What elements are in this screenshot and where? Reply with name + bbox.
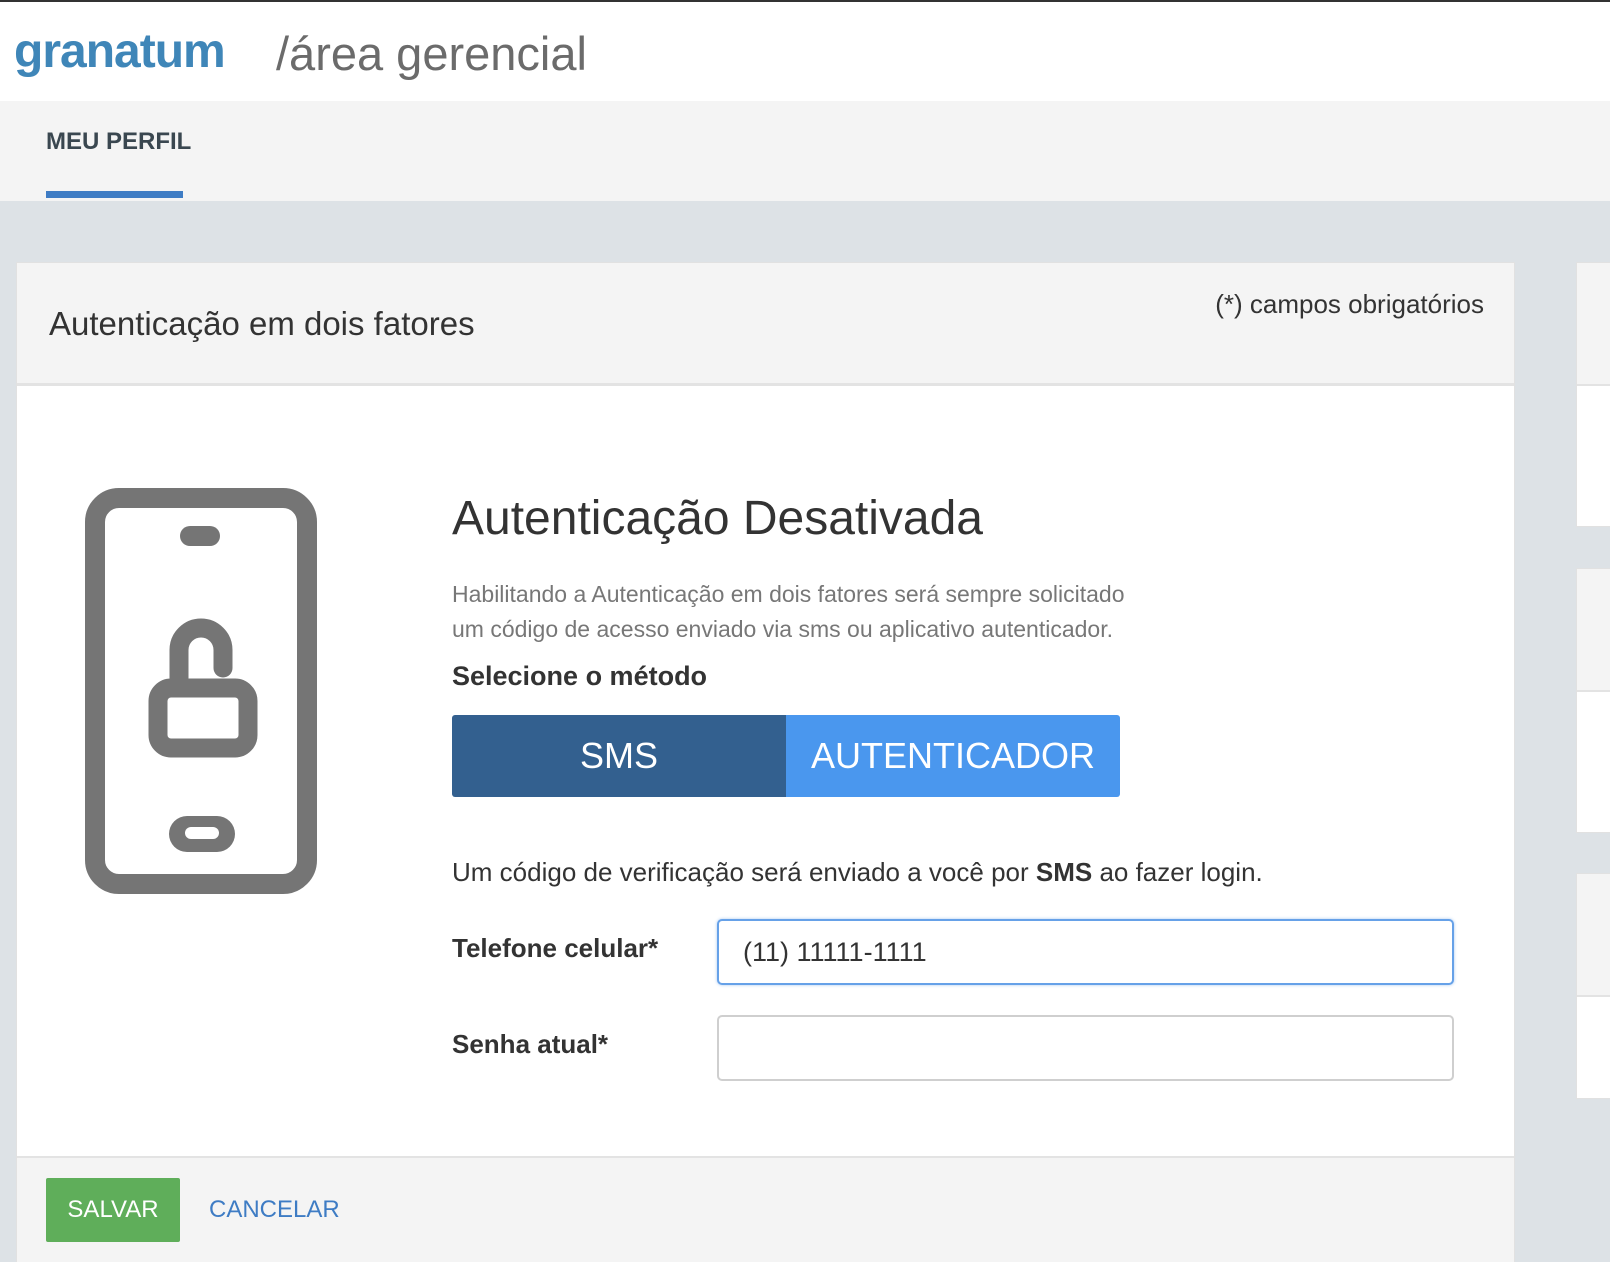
sms-info-text: Um código de verificação será enviado a …	[452, 857, 1263, 888]
side-card-1-header	[1577, 263, 1610, 386]
method-selector: SMS AUTENTICADOR	[452, 715, 1120, 797]
card-title: Autenticação em dois fatores	[49, 305, 475, 342]
cancel-button[interactable]: CANCELAR	[209, 1196, 340, 1224]
info-text-end: ao fazer login.	[1092, 857, 1263, 887]
side-card-3-header	[1577, 874, 1610, 997]
granatum-logo[interactable]: granatum	[14, 28, 226, 76]
phone-field-label: Telefone celular*	[452, 933, 659, 963]
active-tab-indicator	[46, 191, 183, 198]
auth-description: Habilitando a Autenticação em dois fator…	[452, 581, 1125, 642]
card-header: Autenticação em dois fatores (*) campos …	[17, 263, 1514, 386]
required-fields-note: (*) campos obrigatórios	[1215, 289, 1484, 319]
save-button[interactable]: SALVAR	[46, 1178, 180, 1242]
card-footer: SALVAR CANCELAR	[17, 1156, 1514, 1262]
authenticator-method-button[interactable]: AUTENTICADOR	[786, 715, 1120, 797]
two-factor-card: Autenticação em dois fatores (*) campos …	[16, 262, 1515, 1262]
tab-bar: MEU PERFIL	[0, 101, 1610, 201]
side-card-2-header	[1577, 569, 1610, 692]
method-label: Selecione o método	[452, 661, 708, 691]
area-title: /área gerencial	[276, 27, 587, 80]
side-card-3	[1576, 873, 1610, 1099]
info-text-start: Um código de verificação será enviado a …	[452, 857, 1036, 887]
side-card-2	[1576, 568, 1610, 833]
sms-method-button[interactable]: SMS	[452, 715, 786, 797]
phone-input[interactable]	[717, 919, 1454, 985]
phone-unlocked-icon	[85, 488, 317, 899]
app-header: granatum /área gerencial	[0, 2, 1610, 101]
tab-meu-perfil[interactable]: MEU PERFIL	[46, 128, 191, 156]
side-card-1	[1576, 262, 1610, 527]
password-field-label: Senha atual*	[452, 1029, 609, 1059]
auth-status-title: Autenticação Desativada	[452, 492, 983, 545]
current-password-input[interactable]	[717, 1015, 1454, 1081]
info-text-method: SMS	[1035, 857, 1093, 887]
